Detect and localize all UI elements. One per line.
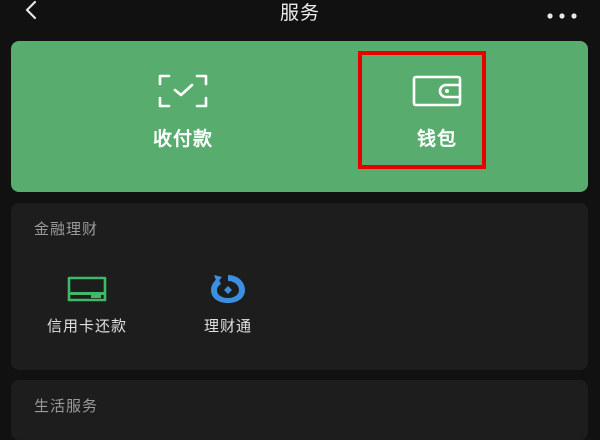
licaitong-item[interactable]: 理财通	[173, 271, 283, 336]
pay-receive-tile[interactable]: 收付款	[83, 41, 283, 192]
life-services-section: 生活服务	[11, 380, 588, 440]
page-title: 服务	[279, 2, 320, 24]
finance-section: 金融理财 信用卡还款 理财通	[11, 203, 588, 370]
more-dots-icon	[547, 13, 577, 19]
top-bar: 服务	[0, 0, 600, 30]
scan-check-icon	[158, 74, 208, 108]
life-section-title: 生活服务	[34, 397, 99, 415]
finance-section-title: 金融理财	[34, 220, 99, 238]
primary-services-card: 收付款 钱包	[11, 41, 588, 192]
credit-card-repay-label: 信用卡还款	[46, 317, 127, 335]
pay-receive-label: 收付款	[152, 128, 213, 150]
credit-card-icon	[67, 276, 107, 302]
credit-card-repay-item[interactable]: 信用卡还款	[32, 271, 142, 336]
wallet-highlight-box	[358, 51, 486, 169]
licaitong-label: 理财通	[203, 317, 252, 335]
licaitong-icon	[211, 275, 245, 303]
more-button[interactable]	[546, 6, 578, 19]
